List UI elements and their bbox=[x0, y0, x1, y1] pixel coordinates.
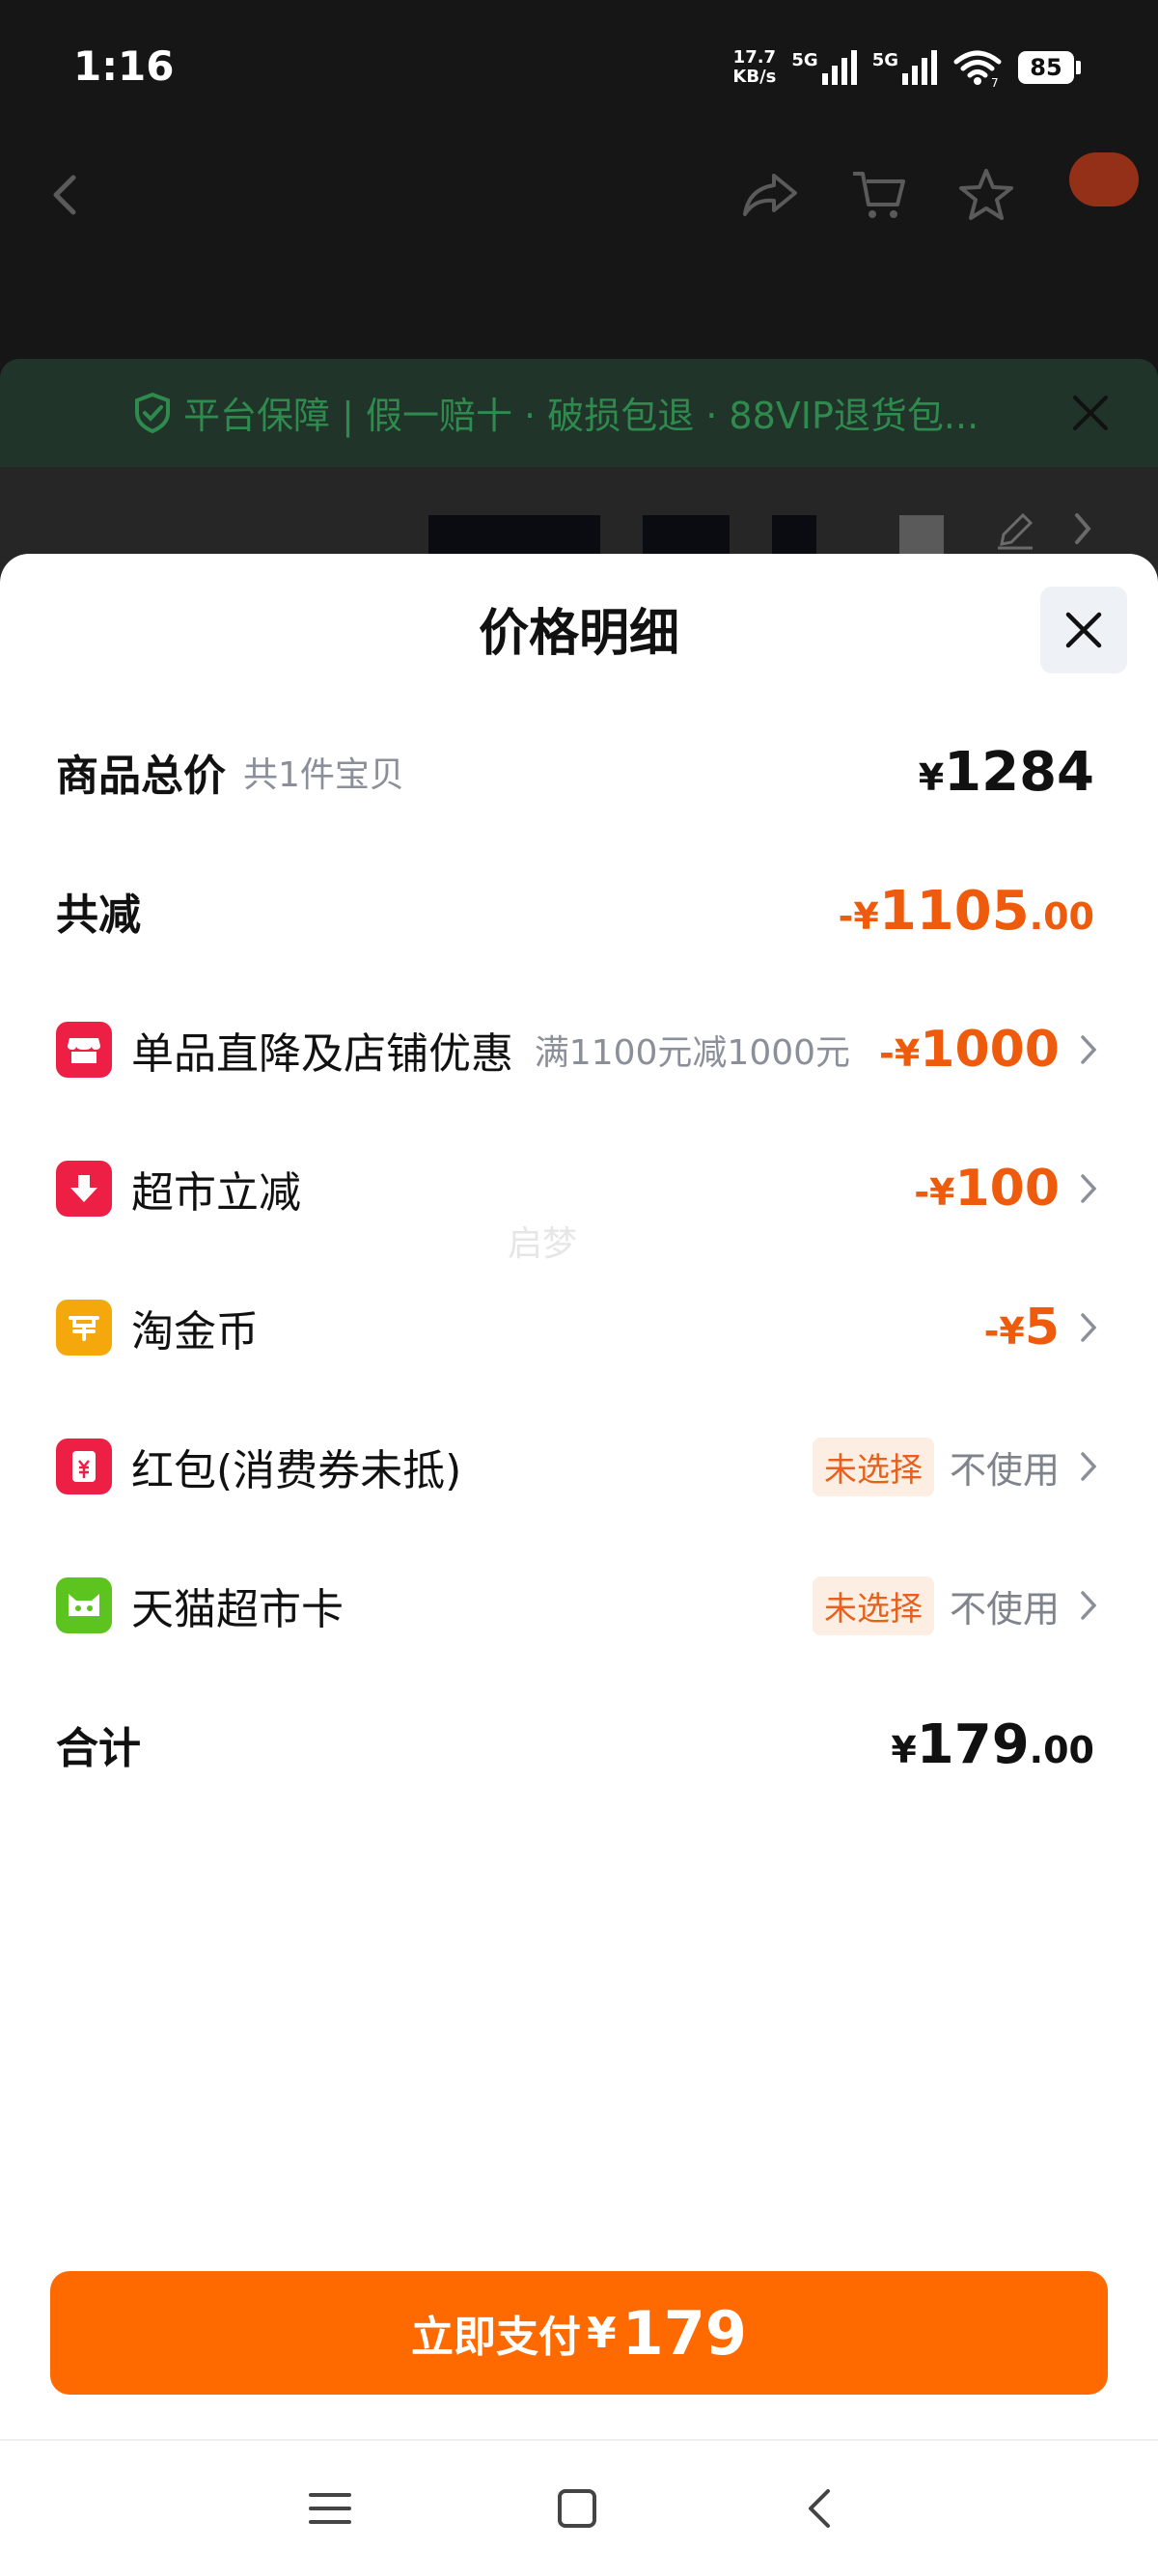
chevron-right-icon bbox=[1071, 509, 1094, 552]
status-bar: 1:16 17.7 KB/s 5G 5G 7 85 bbox=[0, 0, 1158, 135]
pay-now-button[interactable]: 立即支付 ¥179 bbox=[50, 2271, 1108, 2395]
back-icon[interactable] bbox=[35, 164, 96, 226]
blurred-text-block bbox=[643, 515, 730, 558]
pay-button-amount: 179 bbox=[621, 2297, 748, 2369]
minus-currency: -¥ bbox=[838, 894, 879, 938]
watermark: 启梦 bbox=[508, 1224, 578, 1264]
guarantee-close-icon[interactable] bbox=[1062, 384, 1119, 442]
chevron-right-icon bbox=[1075, 1447, 1102, 1486]
tmall-card-label: 天猫超市卡 bbox=[131, 1585, 344, 1634]
tmall-card-status: 不使用 bbox=[949, 1587, 1060, 1631]
back-triangle-icon[interactable] bbox=[789, 2478, 851, 2539]
sum-amount: 179 bbox=[916, 1713, 1030, 1776]
signal-2: 5G bbox=[872, 50, 937, 85]
close-icon bbox=[1065, 612, 1102, 648]
wifi-icon: 7 bbox=[953, 50, 1002, 87]
battery-level: 85 bbox=[1018, 51, 1074, 84]
chat-bubble-icon[interactable] bbox=[1069, 152, 1139, 206]
row-total-reduction: 共减 -¥1105.00 bbox=[0, 841, 1158, 980]
tmall-cat-icon bbox=[56, 1577, 112, 1633]
supermarket-cut-amount: 100 bbox=[954, 1160, 1060, 1218]
favorite-star-icon[interactable] bbox=[955, 164, 1017, 226]
blurred-text-block bbox=[428, 515, 600, 558]
red-packet-status: 不使用 bbox=[949, 1448, 1060, 1492]
red-packet-icon bbox=[56, 1439, 112, 1494]
home-square-icon[interactable] bbox=[546, 2478, 608, 2539]
shield-check-icon bbox=[135, 392, 170, 433]
chevron-right-icon bbox=[1075, 1586, 1102, 1625]
row-gold-coin[interactable]: 淘金币 -¥5 bbox=[0, 1258, 1158, 1397]
total-reduction-decimal: .00 bbox=[1029, 894, 1094, 938]
row-store-discount[interactable]: 单品直降及店铺优惠 满1100元减1000元 -¥1000 bbox=[0, 980, 1158, 1119]
chevron-right-icon bbox=[1075, 1169, 1102, 1208]
sum-label: 合计 bbox=[56, 1724, 141, 1773]
sum-decimal: .00 bbox=[1029, 1728, 1094, 1771]
chevron-right-icon bbox=[1075, 1030, 1102, 1069]
down-arrow-icon bbox=[56, 1161, 112, 1217]
row-total-price: 商品总价 共1件宝贝 ¥1284 bbox=[0, 702, 1158, 841]
item-count: 共1件宝贝 bbox=[243, 755, 404, 795]
unselected-tag: 未选择 bbox=[812, 1576, 934, 1635]
coin-icon bbox=[56, 1300, 112, 1356]
close-button[interactable] bbox=[1040, 587, 1127, 673]
currency-symbol: ¥ bbox=[918, 755, 945, 799]
signal-bars-icon bbox=[902, 50, 937, 85]
sheet-title: 价格明细 bbox=[478, 605, 679, 663]
supermarket-cut-label: 超市立减 bbox=[131, 1168, 301, 1218]
row-red-packet[interactable]: 红包(消费券未抵) 未选择 不使用 bbox=[0, 1397, 1158, 1536]
row-tmall-card[interactable]: 天猫超市卡 未选择 不使用 bbox=[0, 1536, 1158, 1675]
network-speed: 17.7 KB/s bbox=[732, 47, 777, 87]
total-reduction-amount: 1105 bbox=[878, 879, 1030, 943]
pay-button-symbol: ¥ bbox=[586, 2308, 617, 2358]
edit-pencil-icon[interactable] bbox=[994, 509, 1036, 556]
store-discount-amount: 1000 bbox=[920, 1021, 1060, 1079]
row-sum: 合计 ¥179.00 bbox=[0, 1675, 1158, 1814]
blurred-text-block bbox=[899, 515, 944, 558]
red-packet-label: 红包(消费券未抵) bbox=[131, 1446, 462, 1495]
signal-1: 5G bbox=[791, 50, 857, 85]
unselected-tag: 未选择 bbox=[812, 1437, 934, 1496]
platform-guarantee-banner: 平台保障 | 假一赔十 · 破损包退 · 88VIP退货包... bbox=[0, 359, 1158, 467]
total-price-label: 商品总价 bbox=[56, 752, 226, 801]
total-price-amount: 1284 bbox=[944, 740, 1094, 804]
wifi-badge: 7 bbox=[991, 76, 999, 87]
guarantee-text: 平台保障 | 假一赔十 · 破损包退 · 88VIP退货包... bbox=[183, 395, 979, 437]
share-icon[interactable] bbox=[739, 164, 801, 226]
status-indicators: 17.7 KB/s 5G 5G 7 85 bbox=[732, 42, 1081, 93]
product-top-nav bbox=[0, 145, 1158, 241]
signal-bars-icon bbox=[821, 50, 857, 85]
store-discount-label: 单品直降及店铺优惠 bbox=[131, 1029, 513, 1079]
system-navigation-bar bbox=[0, 2439, 1158, 2576]
row-supermarket-cut[interactable]: 超市立减 -¥100 bbox=[0, 1119, 1158, 1258]
store-icon bbox=[56, 1022, 112, 1078]
gold-coin-amount: 5 bbox=[1024, 1299, 1060, 1357]
store-discount-note: 满1100元减1000元 bbox=[534, 1033, 851, 1073]
gold-coin-label: 淘金币 bbox=[131, 1307, 259, 1357]
total-reduction-label: 共减 bbox=[56, 891, 141, 940]
pay-button-label: 立即支付 bbox=[410, 2313, 581, 2362]
menu-icon[interactable] bbox=[299, 2478, 361, 2539]
battery-icon: 85 bbox=[1018, 51, 1081, 84]
chevron-right-icon bbox=[1075, 1308, 1102, 1347]
blurred-text-block bbox=[772, 515, 816, 558]
status-time: 1:16 bbox=[73, 42, 175, 90]
cart-icon[interactable] bbox=[847, 164, 909, 226]
